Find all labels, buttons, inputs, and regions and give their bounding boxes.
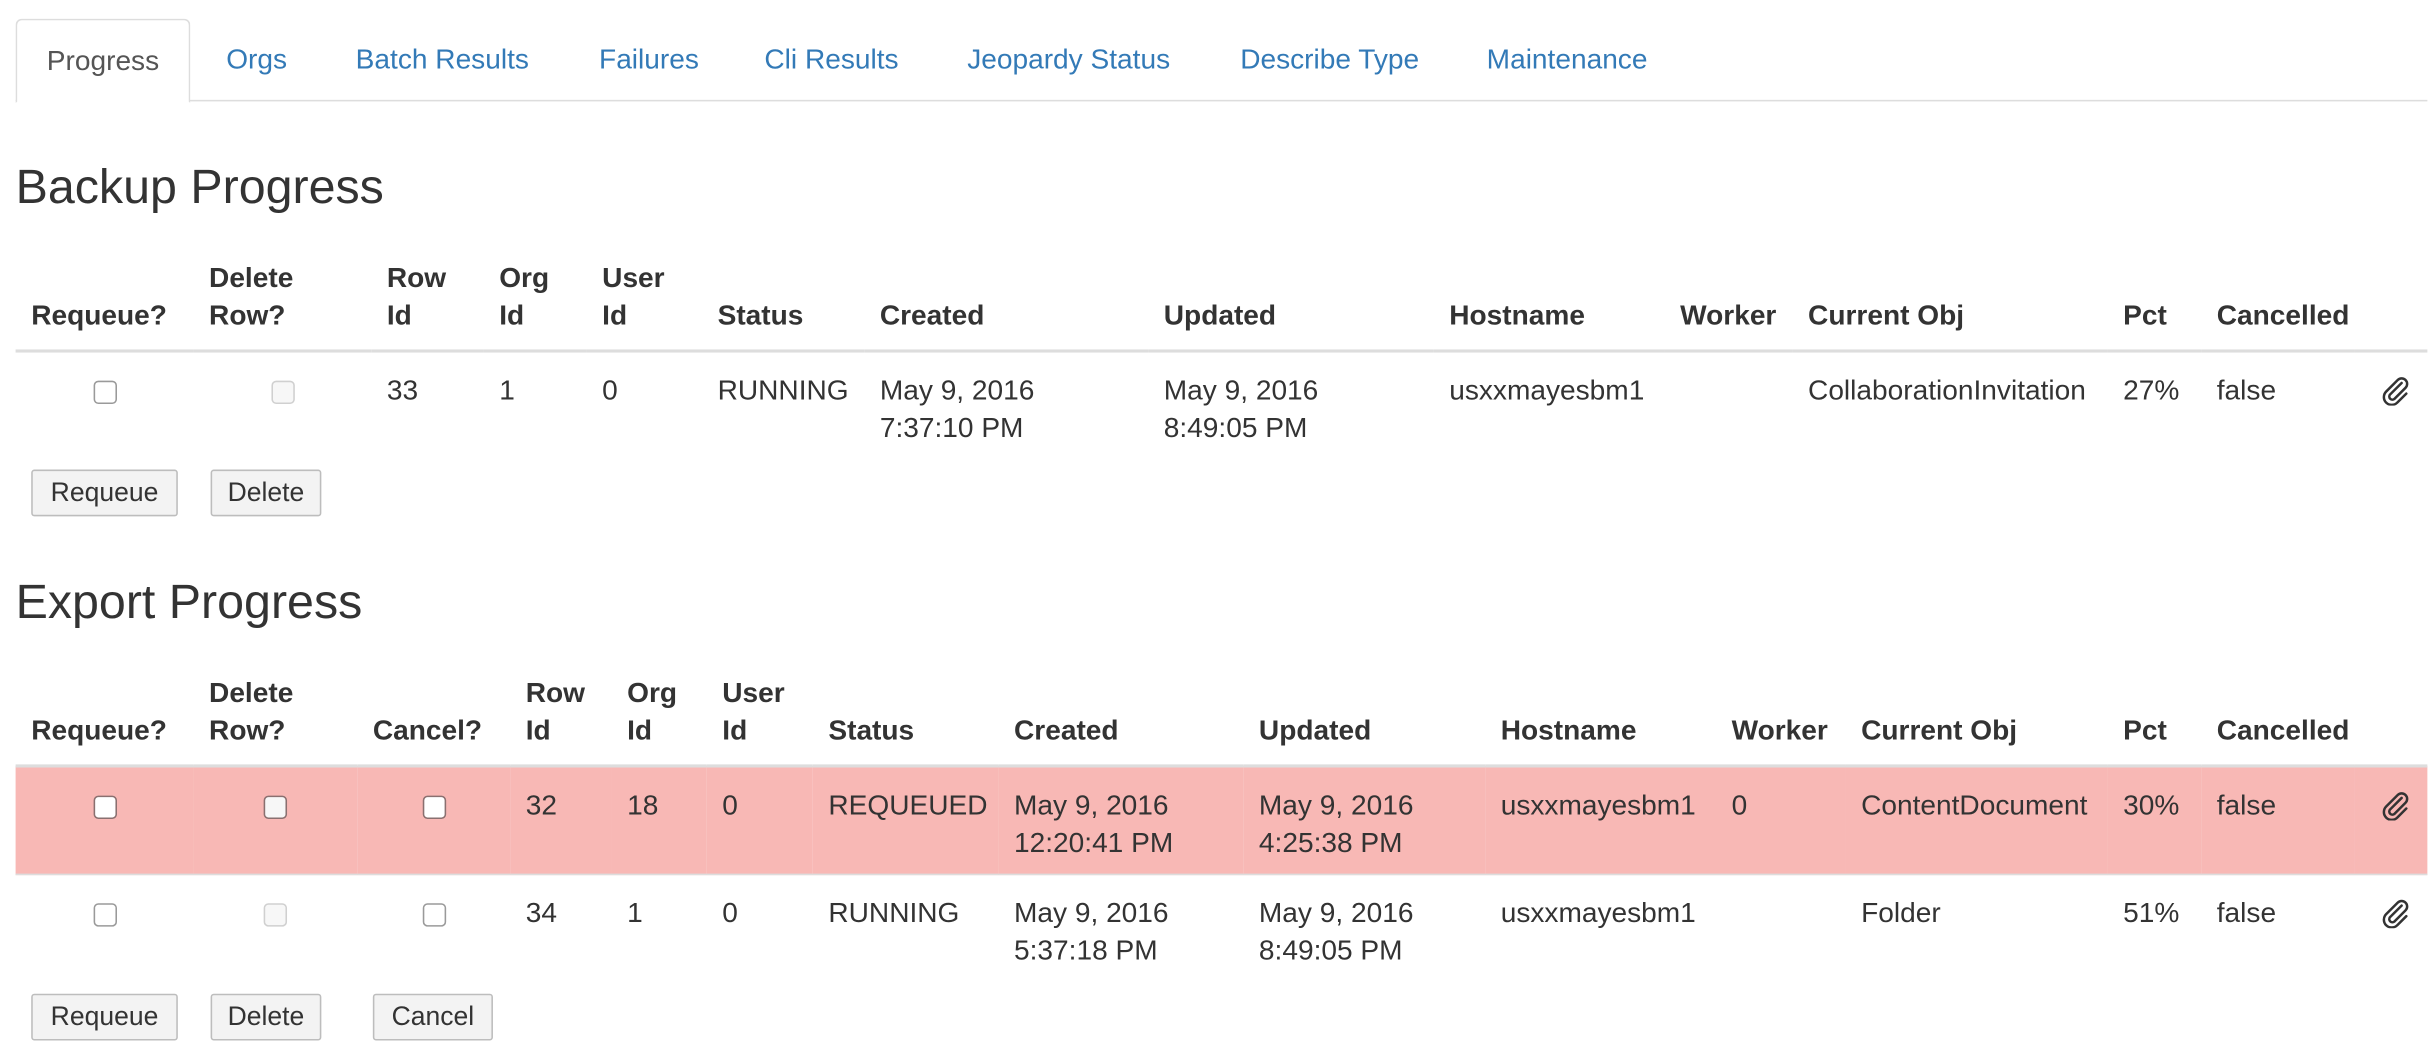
updated: May 9, 2016 4:25:38 PM	[1258, 789, 1414, 858]
hostname: usxxmayesbm1	[1500, 789, 1696, 821]
backup-progress-title: Backup Progress	[15, 159, 384, 214]
pct: 30%	[2123, 789, 2180, 821]
delete-button[interactable]: Delete	[210, 469, 322, 517]
cancel-checkbox[interactable]	[421, 903, 446, 927]
delete-row-checkbox[interactable]	[270, 380, 295, 405]
current-obj: ContentDocument	[1861, 789, 2088, 821]
org-id: 1	[499, 374, 515, 406]
created: May 9, 2016 7:37:10 PM	[879, 374, 1035, 444]
updated: May 9, 2016 8:49:05 PM	[1163, 374, 1319, 444]
col-hostname: Hostname	[1485, 661, 1716, 768]
backup-header-row: Requeue? Delete Row? Row Id Org Id User …	[15, 246, 2428, 353]
col-org-id: Org Id	[611, 661, 707, 768]
status: RUNNING	[828, 896, 960, 929]
tab-cli-results[interactable]: Cli Results	[764, 19, 898, 100]
table-row: 32 18 0 REQUEUED May 9, 2016 12:20:41 PM …	[15, 765, 2428, 875]
paperclip-icon[interactable]	[2379, 374, 2410, 406]
requeue-button[interactable]: Requeue	[31, 993, 178, 1041]
col-pct: Pct	[2107, 246, 2202, 353]
updated: May 9, 2016 8:49:05 PM	[1258, 896, 1414, 966]
col-hostname: Hostname	[1433, 246, 1665, 353]
cancelled: false	[2216, 374, 2277, 406]
current-obj: CollaborationInvitation	[1808, 374, 2086, 406]
col-requeue: Requeue?	[15, 661, 194, 768]
col-current-obj: Current Obj	[1845, 661, 2108, 768]
tab-batch-results[interactable]: Batch Results	[356, 19, 529, 100]
col-row-id: Row Id	[371, 246, 484, 353]
hostname: usxxmayesbm1	[1500, 896, 1696, 929]
user-id: 0	[722, 789, 738, 821]
requeue-checkbox[interactable]	[92, 380, 117, 405]
tab-maintenance[interactable]: Maintenance	[1487, 19, 1648, 100]
col-created: Created	[864, 246, 1149, 353]
user-id: 0	[722, 896, 738, 929]
status: REQUEUED	[828, 789, 988, 821]
requeue-checkbox[interactable]	[92, 795, 117, 819]
col-actions	[2354, 246, 2428, 353]
cancel-checkbox[interactable]	[421, 795, 446, 819]
col-updated: Updated	[1148, 246, 1434, 353]
paperclip-icon[interactable]	[2379, 789, 2410, 821]
current-obj: Folder	[1861, 896, 1941, 929]
col-cancelled: Cancelled	[2201, 661, 2355, 768]
table-row: 33 1 0 RUNNING May 9, 2016 7:37:10 PM May…	[15, 350, 2428, 459]
col-org-id: Org Id	[483, 246, 587, 353]
created: May 9, 2016 5:37:18 PM	[1013, 896, 1169, 966]
worker: 0	[1731, 789, 1748, 821]
hostname: usxxmayesbm1	[1449, 374, 1645, 406]
export-table: Requeue? Delete Row? Cancel? Row Id Org …	[15, 661, 2428, 982]
status: RUNNING	[717, 374, 849, 406]
col-requeue: Requeue?	[15, 246, 194, 353]
table-row: 34 1 0 RUNNING May 9, 2016 5:37:18 PM May…	[15, 873, 2428, 982]
export-header-row: Requeue? Delete Row? Cancel? Row Id Org …	[15, 661, 2428, 768]
user-id: 0	[602, 374, 618, 406]
worker	[1716, 875, 1845, 906]
col-cancelled: Cancelled	[2201, 246, 2355, 353]
col-worker: Worker	[1664, 246, 1793, 353]
delete-row-checkbox[interactable]	[263, 903, 288, 927]
pct: 27%	[2123, 374, 2180, 406]
requeue-checkbox[interactable]	[92, 903, 117, 927]
row-id: 34	[525, 896, 557, 929]
col-status: Status	[812, 661, 999, 768]
row-id: 33	[386, 374, 419, 406]
col-pct: Pct	[2107, 661, 2202, 768]
col-delete-row: Delete Row?	[193, 661, 358, 768]
tab-failures[interactable]: Failures	[599, 19, 699, 100]
col-current-obj: Current Obj	[1792, 246, 2108, 353]
row-id: 32	[525, 789, 557, 821]
org-id: 18	[627, 789, 659, 821]
cancelled: false	[2216, 896, 2277, 929]
col-worker: Worker	[1715, 661, 1846, 768]
requeue-button[interactable]: Requeue	[31, 469, 178, 517]
col-updated: Updated	[1243, 661, 1486, 768]
pct: 51%	[2123, 896, 2180, 929]
export-progress-title: Export Progress	[15, 574, 363, 629]
col-user-id: User Id	[586, 246, 702, 353]
tab-progress[interactable]: Progress	[15, 18, 191, 103]
tab-orgs[interactable]: Orgs	[226, 19, 287, 100]
col-actions	[2354, 661, 2428, 768]
created: May 9, 2016 12:20:41 PM	[1013, 789, 1174, 858]
col-delete-row: Delete Row?	[193, 246, 372, 353]
worker	[1665, 353, 1793, 384]
org-id: 1	[627, 896, 643, 929]
tab-describe-type[interactable]: Describe Type	[1240, 19, 1419, 100]
backup-table: Requeue? Delete Row? Row Id Org Id User …	[15, 246, 2428, 459]
delete-row-checkbox[interactable]	[263, 795, 288, 819]
col-user-id: User Id	[706, 661, 813, 768]
paperclip-icon[interactable]	[2379, 897, 2410, 929]
delete-button[interactable]: Delete	[210, 993, 322, 1041]
cancelled: false	[2216, 789, 2277, 821]
cancel-button[interactable]: Cancel	[372, 993, 493, 1041]
col-cancel: Cancel?	[357, 661, 511, 768]
col-row-id: Row Id	[510, 661, 612, 768]
tab-jeopardy-status[interactable]: Jeopardy Status	[967, 19, 1170, 100]
nav-tabs: Progress Orgs Batch Results Failures Cli…	[15, 18, 2428, 103]
col-created: Created	[998, 661, 1244, 768]
col-status: Status	[702, 246, 865, 353]
